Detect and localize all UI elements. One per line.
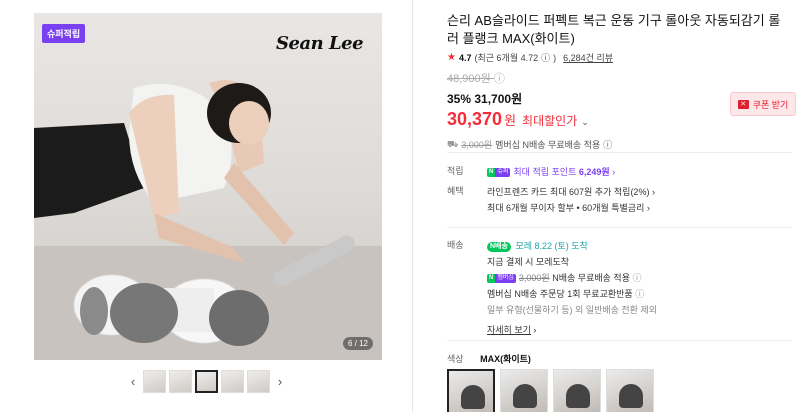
final-price-unit: 원 [504, 113, 517, 128]
rating-row: ★ 4.7 (최근 6개월 4.72 ⓘ) 6,284건 리뷰 [447, 51, 792, 64]
chevron-right-icon[interactable]: › [647, 203, 650, 213]
chevron-right-icon: › [533, 325, 537, 335]
n-plus-badge: N 슈퍼 [487, 168, 511, 178]
image-counter: 6 / 12 [342, 337, 373, 350]
chevron-right-icon[interactable]: › [273, 369, 287, 393]
original-price-value: 48,900원 [447, 73, 491, 85]
color-option-label: 색상 [447, 354, 464, 364]
delivery-more[interactable]: 자세히 보기 › [487, 322, 787, 338]
delivery-line-4-text: 멤버십 N배송 주문당 1회 무료교환반품 [487, 289, 633, 299]
final-price: 30,370 [447, 109, 503, 129]
shipping-strike-price: 3,000원 [461, 140, 493, 150]
section-divider [447, 227, 792, 228]
column-divider [412, 0, 413, 412]
delivery-line-2: 지금 결제 시 모레도착 [487, 257, 570, 267]
benefit-card[interactable]: 라인프렌즈 카드 최대 607원 추가 적립(2%) › [487, 184, 787, 200]
original-price: 48,900원 ⓘ [447, 70, 792, 86]
product-main-image[interactable]: 슈퍼적립 Sean Lee 6 / 12 [34, 13, 382, 360]
benefit-card-text: 라인프렌즈 카드 최대 607원 추가 적립(2%) [487, 187, 650, 197]
delivery-line-5: 일부 유형(선물하기 등) 외 일반배송 전환 제외 [487, 305, 658, 315]
points-label: 적립 [447, 166, 464, 176]
color-swatch[interactable] [606, 369, 654, 412]
section-divider [447, 340, 792, 341]
benefit-installment[interactable]: 최대 6개월 무이자 할부 • 60개월 특별금리 › [487, 200, 787, 216]
points-amount: 6,249원 [578, 167, 610, 177]
max-discount-label: 최대할인가 [522, 114, 578, 128]
chevron-right-icon[interactable]: › [612, 167, 615, 177]
thumbnail[interactable] [143, 369, 166, 393]
discount-percent: 35% [447, 92, 472, 106]
brand-watermark-text: Sean Lee [276, 33, 364, 54]
benefit-installment-text: 최대 6개월 무이자 할부 • 60개월 특별금리 [487, 203, 645, 213]
points-text: 최대 적립 포인트 [513, 167, 577, 177]
color-swatch-selected[interactable] [447, 369, 495, 412]
color-swatches [447, 369, 654, 412]
member-shipping-text: N배송 무료배송 적용 [552, 273, 630, 283]
product-title: 슨리 AB슬라이드 퍼펙트 복근 운동 기구 롤아웃 자동되감기 롤러 플랭크 … [447, 13, 781, 46]
chevron-right-icon[interactable]: › [652, 187, 655, 197]
coupon-icon: ✕ [737, 99, 749, 109]
delivery-more-link[interactable]: 자세히 보기 [487, 325, 531, 335]
review-count-link[interactable]: 6,284건 리뷰 [563, 51, 613, 64]
rating-recent-close: ) [553, 52, 557, 63]
thumbnail-strip: ‹ › [126, 369, 287, 393]
chevron-left-icon[interactable]: ‹ [126, 369, 140, 393]
color-swatch[interactable] [500, 369, 548, 412]
sale-price: 31,700원 [474, 92, 523, 106]
coupon-button-label: 쿠폰 받기 [752, 99, 789, 110]
arrival-line: N배송 모레 8.22 (토) 도착 [487, 238, 787, 254]
benefits-body: 라인프렌즈 카드 최대 607원 추가 적립(2%) › 최대 6개월 무이자 … [487, 184, 787, 216]
info-icon[interactable]: ⓘ [633, 273, 642, 283]
member-strike-price: 3,000원 [518, 273, 550, 283]
color-swatch[interactable] [553, 369, 601, 412]
info-icon[interactable]: ⓘ [541, 51, 550, 64]
membership-badge: N 멤버십 [487, 274, 516, 284]
points-body[interactable]: N 슈퍼 최대 적립 포인트 6,249원 › [487, 164, 787, 180]
arrival-text: 모레 8.22 (토) 도착 [515, 241, 588, 251]
delivery-line-4: 멤버십 N배송 주문당 1회 무료교환반품 ⓘ [487, 286, 787, 302]
info-icon[interactable]: ⓘ [494, 70, 505, 86]
thumbnail-active[interactable] [195, 369, 218, 393]
super-points-badge: 슈퍼적립 [42, 24, 86, 43]
info-icon[interactable]: ⓘ [603, 138, 612, 151]
product-page: 슈퍼적립 Sean Lee 6 / 12 ‹ › 슨리 AB슬라이드 퍼펙트 복… [0, 0, 800, 412]
n-delivery-badge: N배송 [487, 241, 511, 252]
delivery-label: 배송 [447, 240, 464, 250]
rating-recent: (최근 6개월 4.72 [474, 53, 539, 63]
member-shipping-line: N 멤버십 3,000원 N배송 무료배송 적용 ⓘ [487, 270, 787, 286]
info-icon[interactable]: ⓘ [635, 289, 644, 299]
color-option-row: 색상 MAX(화이트) [447, 352, 531, 365]
truck-icon: ⛟ [447, 138, 459, 149]
shipping-note: ⛟ 3,000원 멤버십 N배송 무료배송 적용 ⓘ [447, 138, 792, 151]
thumbnail[interactable] [221, 369, 244, 393]
benefits-label: 혜택 [447, 186, 464, 196]
color-option-value: MAX(화이트) [480, 354, 531, 364]
thumbnail[interactable] [247, 369, 270, 393]
chevron-down-icon[interactable]: ⌄ [581, 117, 589, 128]
product-photo-illustration [34, 80, 382, 360]
section-divider [447, 152, 792, 153]
star-icon: ★ [447, 52, 456, 63]
coupon-button[interactable]: ✕ 쿠폰 받기 [730, 92, 796, 116]
thumbnail[interactable] [169, 369, 192, 393]
product-info: 슨리 AB슬라이드 퍼펙트 복근 운동 기구 롤아웃 자동되감기 롤러 플랭크 … [447, 12, 796, 151]
delivery-body: N배송 모레 8.22 (토) 도착 지금 결제 시 모레도착 N 멤버십 3,00… [487, 238, 787, 338]
shipping-note-text: 멤버십 N배송 무료배송 적용 [495, 140, 601, 150]
rating-value: 4.7 [458, 52, 472, 63]
